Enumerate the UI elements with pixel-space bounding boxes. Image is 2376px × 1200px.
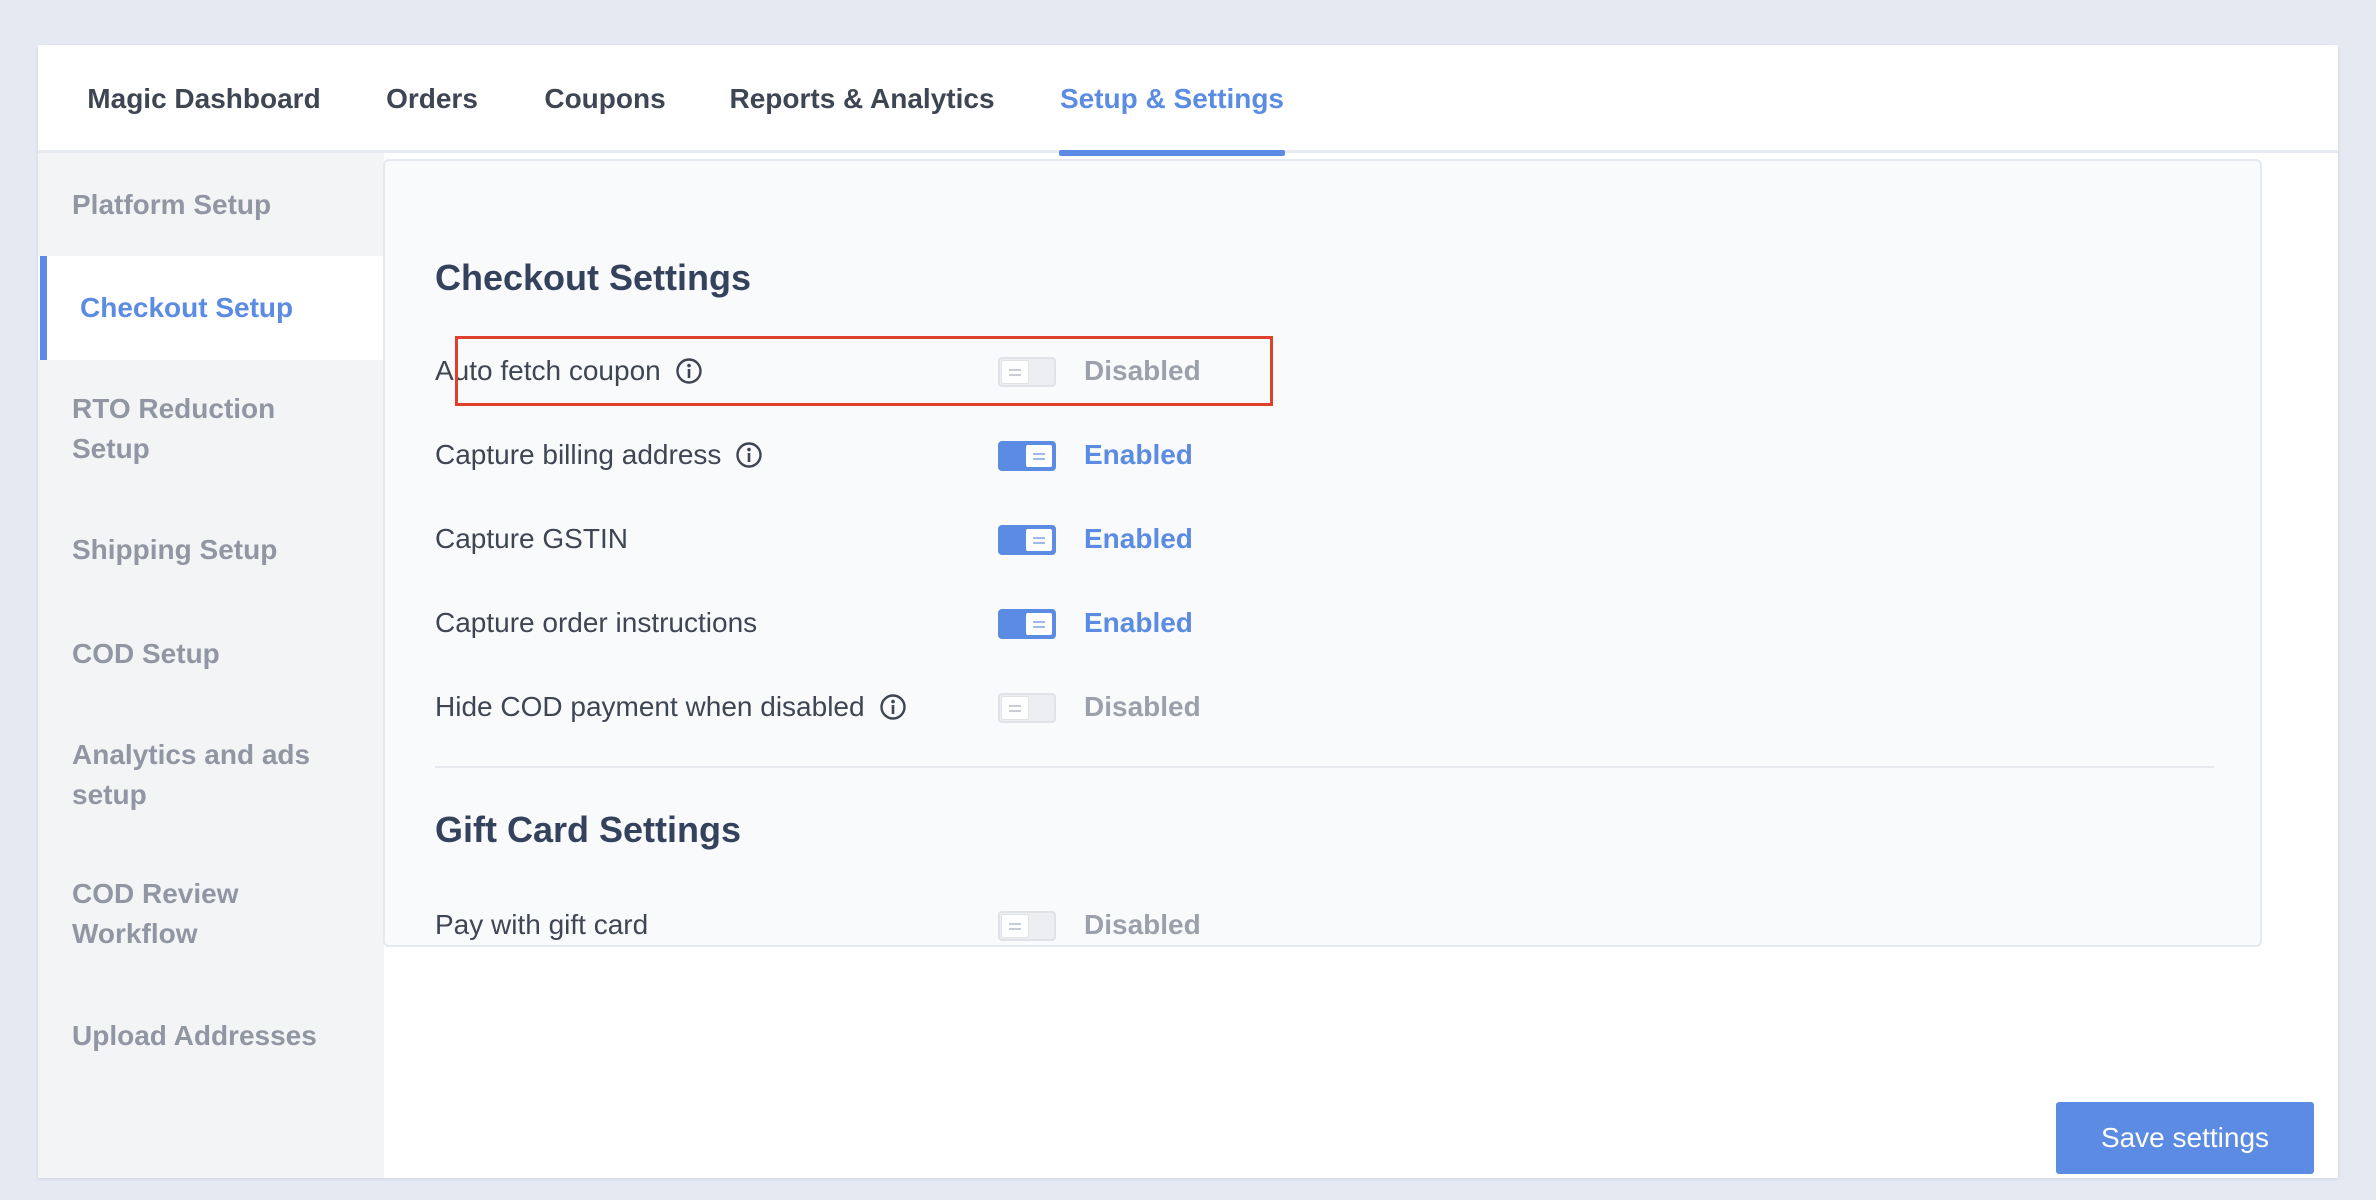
setting-row-hide-cod-payment: Hide COD payment when disabled Disabled	[435, 677, 1335, 737]
setting-label: Capture GSTIN	[435, 523, 628, 554]
status-label: Disabled	[1084, 909, 1201, 940]
status-label: Enabled	[1084, 607, 1193, 638]
setting-row-pay-with-gift-card: Pay with gift card Disabled	[435, 895, 1335, 955]
top-navigation: Magic Dashboard Orders Coupons Reports &…	[38, 45, 2338, 156]
capture-billing-address-toggle[interactable]	[998, 441, 1056, 471]
setting-label: Auto fetch coupon	[435, 355, 661, 386]
tab-coupons[interactable]: Coupons	[544, 45, 666, 153]
sidebar-item-checkout-setup[interactable]: Checkout Setup	[38, 256, 384, 360]
status-label: Enabled	[1084, 523, 1193, 554]
sidebar-item-rto-reduction-setup[interactable]: RTO Reduction Setup	[38, 360, 384, 498]
checkout-settings-title: Checkout Settings	[435, 257, 752, 298]
setting-label: Capture order instructions	[435, 607, 758, 638]
info-icon[interactable]	[879, 693, 907, 721]
tab-setup-settings[interactable]: Setup & Settings	[1059, 45, 1285, 156]
info-icon[interactable]	[735, 441, 763, 469]
setting-row-capture-billing-address: Capture billing address Enabled	[435, 425, 1335, 485]
sidebar-item-platform-setup[interactable]: Platform Setup	[38, 153, 384, 256]
info-icon[interactable]	[675, 357, 703, 385]
auto-fetch-coupon-toggle[interactable]	[998, 357, 1056, 387]
sidebar-item-cod-setup[interactable]: COD Setup	[38, 602, 384, 706]
status-label: Enabled	[1084, 439, 1193, 470]
capture-order-instructions-toggle[interactable]	[998, 609, 1056, 639]
setting-row-capture-gstin: Capture GSTIN Enabled	[435, 509, 1335, 569]
status-label: Disabled	[1084, 355, 1201, 386]
setting-label: Pay with gift card	[435, 909, 649, 940]
section-divider	[435, 766, 2214, 768]
tab-magic-dashboard[interactable]: Magic Dashboard	[86, 45, 322, 153]
sidebar-item-cod-review-workflow[interactable]: COD Review Workflow	[38, 844, 384, 984]
setting-label: Capture billing address	[435, 439, 722, 470]
sidebar-item-shipping-setup[interactable]: Shipping Setup	[38, 498, 384, 602]
settings-panel: Checkout Settings Auto fetch coupon Disa…	[383, 159, 2262, 947]
tab-reports-analytics[interactable]: Reports & Analytics	[729, 45, 995, 153]
gift-card-settings-title: Gift Card Settings	[435, 809, 742, 850]
status-label: Disabled	[1084, 691, 1201, 722]
tab-orders[interactable]: Orders	[386, 45, 478, 153]
sidebar-item-upload-addresses[interactable]: Upload Addresses	[38, 984, 384, 1088]
hide-cod-payment-toggle[interactable]	[998, 693, 1056, 723]
setting-row-auto-fetch-coupon: Auto fetch coupon Disabled	[435, 341, 1335, 401]
save-settings-button[interactable]: Save settings	[2056, 1102, 2314, 1174]
settings-sidebar: Platform Setup Checkout Setup RTO Reduct…	[38, 153, 384, 1178]
capture-gstin-toggle[interactable]	[998, 525, 1056, 555]
setting-label: Hide COD payment when disabled	[435, 691, 865, 722]
pay-with-gift-card-toggle[interactable]	[998, 911, 1056, 941]
setting-row-capture-order-instructions: Capture order instructions Enabled	[435, 593, 1335, 653]
sidebar-item-analytics-ads-setup[interactable]: Analytics and ads setup	[38, 706, 384, 844]
